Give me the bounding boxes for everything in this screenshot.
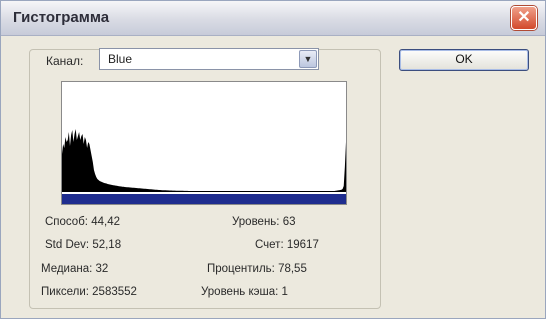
stat-cache-level: Уровень кэша: 1	[201, 286, 288, 298]
stat-count-label: Счет:	[255, 239, 284, 251]
stat-cache-level-value: 1	[281, 286, 288, 298]
histogram-dialog: Гистограмма ✕ Канал: Blue ▼ OK Способ: 4…	[0, 0, 546, 319]
stat-cache-level-label: Уровень кэша:	[201, 286, 279, 298]
histogram-panel	[61, 81, 347, 205]
ok-button[interactable]: OK	[399, 49, 529, 71]
stat-pixels: Пиксели: 2583552	[41, 286, 137, 298]
stat-median-label: Медиана:	[41, 263, 93, 275]
stat-percentile-value: 78,55	[278, 263, 307, 275]
channel-value: Blue	[108, 52, 133, 66]
stat-stddev-value: 52,18	[92, 239, 122, 251]
stat-level: Уровень: 63	[232, 216, 296, 228]
stat-stddev: Std Dev: 52,18	[45, 239, 121, 251]
histogram-area	[62, 129, 346, 192]
stat-pixels-label: Пиксели:	[41, 286, 89, 298]
stat-level-value: 63	[282, 216, 296, 228]
title-bar[interactable]: Гистограмма ✕	[1, 1, 545, 36]
channel-select[interactable]: Blue ▼	[99, 48, 319, 70]
stat-level-label: Уровень:	[232, 216, 280, 228]
stat-percentile-label: Процентиль:	[207, 263, 275, 275]
stat-pixels-value: 2583552	[92, 286, 137, 298]
stat-median: Медиана: 32	[41, 263, 108, 275]
chevron-down-icon[interactable]: ▼	[299, 50, 317, 68]
histogram-chart	[62, 129, 346, 204]
window-title: Гистограмма	[13, 9, 110, 26]
channel-label: Канал:	[46, 54, 84, 68]
stat-stddev-label: Std Dev:	[45, 239, 90, 251]
stat-median-value: 32	[95, 263, 109, 275]
close-button[interactable]: ✕	[511, 6, 537, 30]
stat-mean: Способ: 44,42	[45, 216, 120, 228]
close-icon: ✕	[517, 9, 531, 26]
stat-mean-value: 44,42	[91, 216, 120, 228]
stat-percentile: Процентиль: 78,55	[207, 263, 307, 275]
stat-count: Счет: 19617	[255, 239, 319, 251]
stat-mean-label: Способ:	[45, 216, 88, 228]
channel-gradient-bar	[62, 194, 346, 204]
stat-count-value: 19617	[286, 239, 319, 251]
